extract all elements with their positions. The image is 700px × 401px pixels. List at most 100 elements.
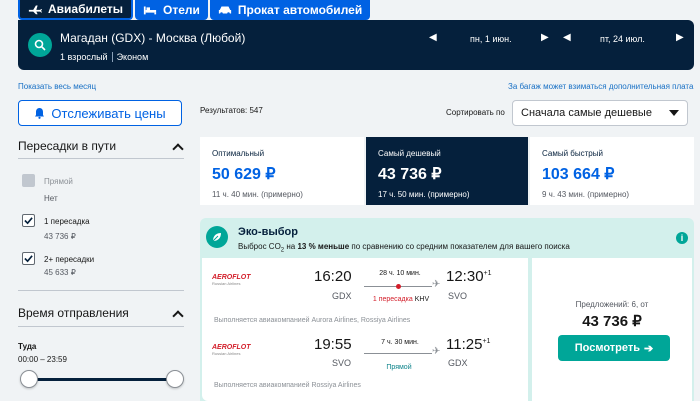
price-panel: Предложений: 6, от 43 736 ₽ Посмотреть ➔ — [532, 258, 692, 401]
search-button[interactable] — [28, 33, 52, 57]
tab-cheapest[interactable]: Самый дешевый 43 736 ₽ 17 ч. 50 мин. (пр… — [366, 137, 528, 205]
tab-hotels-label: Отели — [163, 3, 200, 17]
baggage-fee-link[interactable]: За багаж может взиматься дополнительная … — [508, 82, 693, 91]
inbound-arrival-offset: +1 — [482, 338, 491, 345]
passengers-text: 1 взрослый — [60, 52, 108, 62]
tab-fastest[interactable]: Самый быстрый 103 664 ₽ 9 ч. 43 мин. (пр… — [530, 137, 694, 205]
best-duration: 11 ч. 40 мин. (примерно) — [212, 190, 303, 199]
stop-dot — [396, 284, 401, 289]
depart-prev-icon[interactable]: ◀ — [429, 32, 437, 43]
eco-desc-bold: 13 % меньше — [297, 242, 350, 251]
sort-label: Сортировать по — [446, 108, 505, 117]
tab-car-hire-label: Прокат автомобилей — [237, 3, 363, 17]
results-count: Результатов: 547 — [200, 106, 263, 115]
one-stop-label: 1 пересадка — [44, 217, 90, 226]
best-label: Оптимальный — [212, 149, 265, 158]
sort-value: Сначала самые дешевые — [521, 107, 652, 119]
outbound-departure-airport: GDX — [332, 291, 352, 301]
tab-flights-label: Авиабилеты — [48, 2, 123, 16]
time-slider-track[interactable] — [28, 378, 176, 381]
eco-desc-start: Выброс CO — [238, 242, 281, 251]
card-price: 43 736 ₽ — [582, 313, 642, 330]
airline-subtitle: Russian Airlines — [212, 281, 241, 286]
depart-date[interactable]: пн, 1 июн. — [470, 29, 512, 49]
return-prev-icon[interactable]: ◀ — [563, 32, 571, 43]
chevron-up-icon[interactable] — [172, 143, 184, 155]
inbound-arrival-airport: GDX — [448, 358, 468, 368]
outbound-stops: 1 пересадка KHV — [356, 296, 446, 303]
cheapest-duration: 17 ч. 50 мин. (примерно) — [378, 190, 470, 199]
leaf-icon — [206, 226, 228, 248]
arrow-right-icon: ➔ — [644, 342, 654, 355]
fastest-price: 103 664 ₽ — [542, 166, 615, 183]
outbound-arrival-offset: +1 — [483, 270, 492, 277]
outbound-stop-airport: KHV — [414, 296, 430, 303]
airline-logo: AEROFLOT Russian Airlines — [212, 274, 252, 286]
cabin-text: Эконом — [116, 52, 149, 62]
inbound-stops: Прямой — [386, 364, 412, 371]
itinerary-legs: AEROFLOT Russian Airlines 16:20 GDX 28 ч.… — [202, 258, 528, 401]
departure-time-title[interactable]: Время отправления — [18, 306, 129, 320]
plane-icon — [28, 5, 42, 15]
depart-next-icon[interactable]: ▶ — [541, 32, 549, 43]
return-next-icon[interactable]: ▶ — [676, 32, 684, 43]
direct-checkbox[interactable] — [22, 174, 35, 187]
inbound-duration: 7 ч. 30 мин. — [381, 339, 419, 346]
chevron-up-icon[interactable] — [172, 310, 184, 322]
plane-icon: ✈ — [432, 279, 441, 290]
sort-select[interactable]: Сначала самые дешевые — [512, 100, 688, 126]
track-prices-button[interactable]: Отслеживать цены — [18, 100, 182, 126]
outbound-operated-by: Выполняется авиакомпанией Aurora Airline… — [214, 317, 411, 324]
direct-label: Прямой — [44, 177, 73, 186]
one-stop-price: 43 736 ₽ — [44, 232, 76, 241]
result-card[interactable]: AEROFLOT Russian Airlines 16:20 GDX 28 ч.… — [200, 258, 694, 401]
one-stop-checkbox[interactable] — [22, 214, 35, 227]
airline-logo: AEROFLOT Russian Airlines — [212, 344, 252, 356]
fastest-label: Самый быстрый — [542, 149, 603, 158]
time-slider-start-handle[interactable] — [20, 370, 38, 388]
inbound-operated-by: Выполняется авиакомпанией Rossiya Airlin… — [214, 382, 361, 389]
time-range-text: 00:00 – 23:59 — [18, 355, 67, 364]
view-deal-button[interactable]: Посмотреть ➔ — [558, 335, 670, 361]
direct-price: Нет — [44, 194, 58, 203]
checkmark-icon — [24, 217, 33, 225]
eco-choice-banner: Эко-выбор Выброс CO2 на 13 % меньше по с… — [200, 218, 694, 258]
tab-hotels[interactable]: Отели — [135, 0, 208, 20]
fastest-duration: 9 ч. 43 мин. (примерно) — [542, 190, 630, 199]
eco-description: Выброс CO2 на 13 % меньше по сравнению с… — [238, 242, 570, 254]
divider — [18, 158, 184, 159]
two-plus-stops-label: 2+ пересадки — [44, 255, 95, 264]
passengers-cabin: 1 взрослый Эконом — [60, 52, 148, 62]
cheapest-label: Самый дешевый — [378, 149, 441, 158]
checkmark-icon — [24, 255, 33, 263]
info-icon[interactable]: i — [676, 232, 688, 244]
search-icon — [34, 39, 46, 51]
outbound-arrival-airport: SVO — [448, 291, 468, 301]
time-slider-end-handle[interactable] — [166, 370, 184, 388]
inbound-arrival-time: 11:25+1 — [446, 336, 490, 353]
stops-filter-title[interactable]: Пересадки в пути — [18, 139, 116, 153]
plane-icon: ✈ — [432, 346, 441, 357]
bed-icon — [143, 6, 157, 15]
chevron-down-icon — [669, 110, 679, 116]
outbound-stops-text: 1 пересадка — [372, 296, 413, 303]
tab-flights[interactable]: Авиабилеты — [18, 0, 133, 20]
eco-desc-end: по сравнению со средним показателем для … — [349, 242, 570, 251]
cheapest-price: 43 736 ₽ — [378, 166, 442, 183]
eco-title: Эко-выбор — [238, 226, 298, 238]
inbound-route-line — [364, 353, 432, 354]
divider — [18, 290, 184, 291]
search-summary-bar[interactable]: Магадан (GDX) - Москва (Любой) 1 взрослы… — [18, 20, 694, 70]
outbound-arrival-time-text: 12:30 — [446, 268, 484, 285]
eco-desc-mid: на — [284, 242, 298, 251]
two-plus-stops-checkbox[interactable] — [22, 252, 35, 265]
whole-month-link[interactable]: Показать весь месяц — [18, 82, 96, 91]
route-text: Магадан (GDX) - Москва (Любой) — [60, 31, 246, 45]
return-date[interactable]: пт, 24 июл. — [600, 29, 645, 49]
inbound-departure-airport: SVO — [332, 358, 352, 368]
info-wrapper: i — [676, 232, 688, 244]
tab-car-hire[interactable]: Прокат автомобилей — [209, 0, 371, 20]
separator — [111, 52, 113, 62]
tab-best[interactable]: Оптимальный 50 629 ₽ 11 ч. 40 мин. (прим… — [200, 137, 364, 205]
inbound-departure-time: 19:55 — [314, 336, 352, 353]
